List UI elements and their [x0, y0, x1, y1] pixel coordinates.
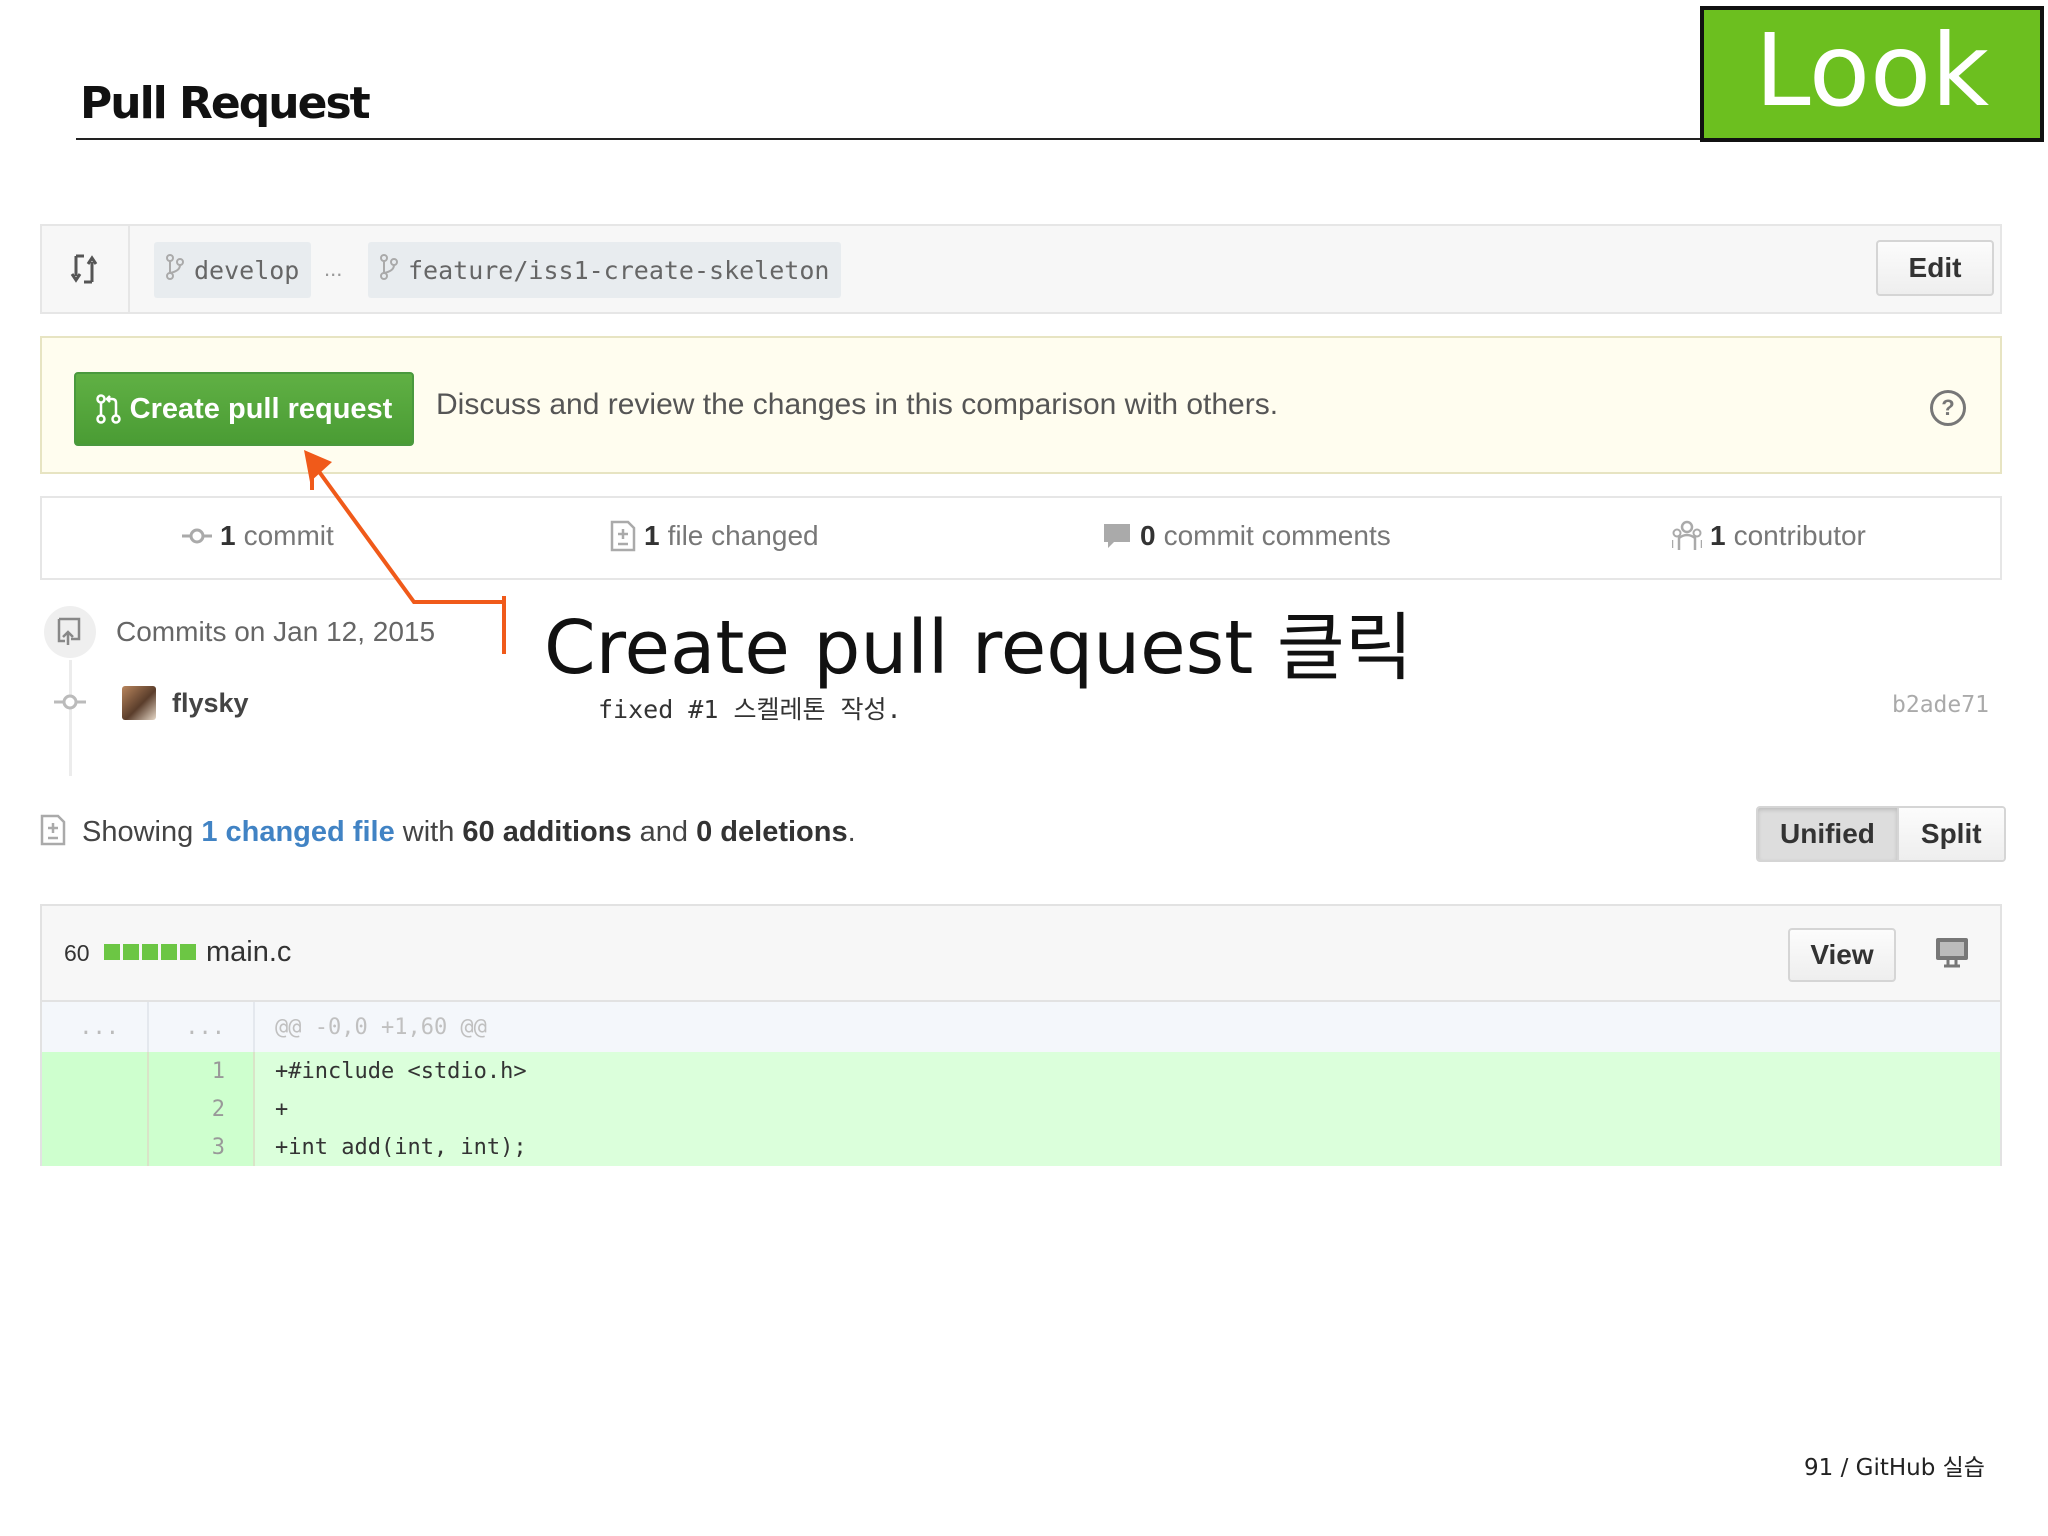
- files-stat[interactable]: 1 file changed: [610, 520, 819, 552]
- branch-icon: [166, 254, 184, 286]
- commits-date-heading: Commits on Jan 12, 2015: [116, 616, 436, 647]
- comment-icon: [1104, 524, 1130, 548]
- file-header: 60 main.c View: [42, 906, 2000, 1002]
- diff-addition-row[interactable]: 2 +: [42, 1090, 2000, 1128]
- files-label: file changed: [667, 520, 819, 551]
- diffstat-block: [161, 944, 177, 960]
- create-pull-request-button[interactable]: Create pull request: [74, 372, 414, 446]
- contributors-count: 1: [1710, 520, 1726, 551]
- commit-icon: [54, 694, 86, 710]
- diff-code-line: +#include <stdio.h>: [254, 1052, 2000, 1090]
- contributors-label: contributor: [1733, 520, 1866, 551]
- old-line-number[interactable]: ...: [42, 1002, 149, 1052]
- commit-author[interactable]: flysky: [172, 688, 249, 719]
- branch-icon: [380, 254, 398, 286]
- annotation-text: Create pull request 클릭: [544, 605, 1413, 691]
- split-view-button[interactable]: Split: [1898, 808, 2004, 860]
- slide-title: Pull Request: [80, 78, 371, 129]
- summary-and: and: [639, 816, 689, 848]
- commit-timeline: [69, 660, 72, 776]
- diffstat-block: [123, 944, 139, 960]
- view-file-button[interactable]: View: [1788, 928, 1896, 982]
- look-badge: Look: [1700, 6, 2044, 142]
- pull-request-icon: [95, 394, 121, 424]
- new-line-number[interactable]: 2: [148, 1090, 255, 1128]
- old-line-number[interactable]: [42, 1052, 149, 1090]
- additions-count: 60 additions: [462, 816, 632, 848]
- file-diff-icon: [610, 520, 636, 552]
- comparison-stats-bar: 1 commit 1 file changed 0 commit comment…: [40, 496, 2002, 580]
- diff-code-line: +: [254, 1090, 2000, 1128]
- avatar[interactable]: [122, 686, 156, 720]
- summary-with: with: [402, 816, 455, 848]
- repo-push-icon: [44, 606, 96, 658]
- compare-branch-name: feature/iss1-create-skeleton: [408, 255, 830, 285]
- file-name[interactable]: main.c: [206, 936, 291, 969]
- old-line-number[interactable]: [42, 1128, 149, 1166]
- diffstat-block: [180, 944, 196, 960]
- create-pull-request-label: Create pull request: [129, 392, 393, 425]
- create-pr-banner: Create pull request Discuss and review t…: [40, 336, 2002, 474]
- files-count: 1: [644, 520, 660, 551]
- commit-icon: [182, 528, 212, 544]
- title-divider: [76, 138, 1706, 140]
- diff-addition-row[interactable]: 3 +int add(int, int);: [42, 1128, 2000, 1166]
- diff-code-line: +int add(int, int);: [254, 1128, 2000, 1166]
- pr-banner-description: Discuss and review the changes in this c…: [436, 388, 1279, 421]
- comments-count: 0: [1140, 520, 1156, 551]
- new-line-number[interactable]: 3: [148, 1128, 255, 1166]
- commit-message[interactable]: fixed #1 스켈레톤 작성.: [598, 690, 902, 726]
- unified-view-button[interactable]: Unified: [1758, 808, 1899, 860]
- diff-table: ... ... @@ -0,0 +1,60 @@ 1 +#include <st…: [42, 1002, 2000, 1166]
- diff-view-toggle: Unified Split: [1756, 806, 2006, 862]
- commit-sha[interactable]: b2ade71: [1892, 692, 1989, 718]
- diffstat-block: [104, 944, 120, 960]
- range-separator: ...: [324, 256, 343, 281]
- compare-range-bar: develop ... feature/iss1-create-skeleton…: [40, 224, 2002, 314]
- diffstat-block: [142, 944, 158, 960]
- hunk-header-row[interactable]: ... ... @@ -0,0 +1,60 @@: [42, 1002, 2000, 1052]
- organization-icon: [1672, 520, 1702, 550]
- question-icon[interactable]: ?: [1930, 390, 1966, 426]
- comments-stat[interactable]: 0 commit comments: [1102, 520, 1391, 552]
- diffstat-count: 60: [64, 940, 90, 966]
- commits-label: commit: [243, 520, 334, 551]
- compare-branch-selector[interactable]: feature/iss1-create-skeleton: [368, 242, 842, 298]
- diff-summary: Showing 1 changed file with 60 additions…: [82, 816, 856, 849]
- new-line-number[interactable]: ...: [148, 1002, 255, 1052]
- contributors-stat[interactable]: 1 contributor: [1672, 520, 1866, 552]
- commits-count: 1: [220, 520, 236, 551]
- commits-stat[interactable]: 1 commit: [182, 520, 334, 552]
- hunk-header-text: @@ -0,0 +1,60 @@: [254, 1002, 2000, 1052]
- diff-addition-row[interactable]: 1 +#include <stdio.h>: [42, 1052, 2000, 1090]
- changed-files-link[interactable]: 1 changed file: [201, 816, 394, 848]
- summary-prefix: Showing: [82, 816, 194, 848]
- slide-footer: 91 / GitHub 실습: [1804, 1455, 1985, 1481]
- base-branch-selector[interactable]: develop: [154, 242, 312, 298]
- base-branch-name: develop: [194, 255, 300, 285]
- summary-suffix: .: [847, 816, 856, 848]
- new-line-number[interactable]: 1: [148, 1052, 255, 1090]
- file-diff-icon: [40, 814, 66, 846]
- edit-button[interactable]: Edit: [1876, 240, 1994, 296]
- file-diff: 60 main.c View ... ... @@ -0,0 +1,60 @@ …: [40, 904, 2002, 1166]
- desktop-icon[interactable]: [1934, 936, 1970, 970]
- compare-icon[interactable]: [42, 226, 130, 312]
- diffstat-bar: [104, 944, 196, 960]
- old-line-number[interactable]: [42, 1090, 149, 1128]
- deletions-count: 0 deletions: [696, 816, 848, 848]
- comments-label: commit comments: [1163, 520, 1391, 551]
